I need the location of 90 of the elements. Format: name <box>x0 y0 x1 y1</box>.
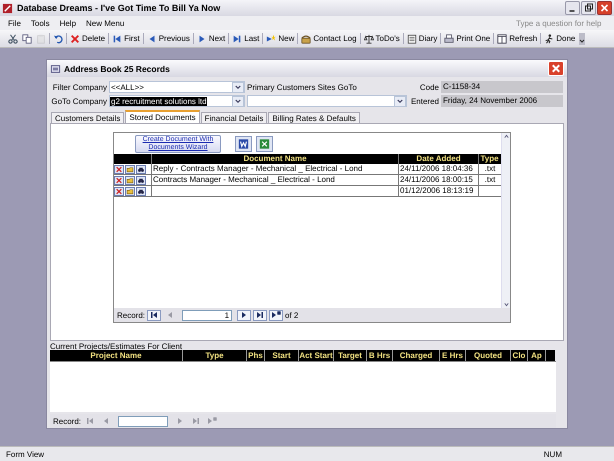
new-record-icon <box>266 34 276 44</box>
printer-icon <box>444 34 454 44</box>
clipboard-icon <box>36 34 46 44</box>
toolbar-options-button[interactable] <box>579 32 586 44</box>
running-figure-icon <box>544 34 554 44</box>
status-text: Form View <box>6 450 44 458</box>
undo-icon <box>53 34 63 44</box>
binoculars-button[interactable] <box>136 164 146 174</box>
scissors-icon <box>8 34 18 44</box>
diary-button[interactable]: Diary <box>404 31 440 46</box>
first-button[interactable]: First <box>110 31 142 46</box>
form-title: Address Book 25 Records <box>64 64 171 74</box>
field-label: Code <box>418 82 439 92</box>
folder-button[interactable] <box>125 186 135 196</box>
skip-end-icon <box>232 34 242 44</box>
new-button[interactable]: New <box>264 31 296 46</box>
scales-icon <box>364 34 374 44</box>
filter-company-dropdown[interactable]: <<ALL>> <box>109 81 245 93</box>
status-text: NUM <box>544 450 562 458</box>
folder-button[interactable] <box>125 176 135 184</box>
table-cell: Contracts Manager - Mechanical _ Electrical - Lond <box>151 175 398 185</box>
window-icon <box>497 34 508 44</box>
folder-button[interactable] <box>125 164 135 174</box>
word-document-button[interactable] <box>235 136 252 152</box>
record-label: Record: <box>53 416 82 426</box>
help-search-field[interactable]: Type a question for help <box>516 18 614 28</box>
cross-button[interactable] <box>114 176 124 184</box>
record-count: of 2 <box>285 310 298 320</box>
skip-start-button[interactable] <box>147 310 162 320</box>
record-number-field[interactable] <box>118 416 168 426</box>
restore-button[interactable] <box>581 1 596 15</box>
refresh-button[interactable]: Refresh <box>495 31 540 46</box>
code-field: C-1158-34 <box>441 81 563 93</box>
tab[interactable]: Stored Documents <box>125 110 200 123</box>
close-button[interactable] <box>597 1 612 15</box>
form-icon <box>50 64 61 74</box>
next-button[interactable]: Next <box>194 31 228 46</box>
scroll-down-icon <box>502 301 510 308</box>
table-cell: .txt <box>478 175 500 185</box>
menu-item[interactable]: Help <box>60 18 76 28</box>
todo-button[interactable]: ToDo's <box>362 31 402 46</box>
binoculars-button[interactable] <box>136 186 146 196</box>
calendar-icon <box>406 34 417 44</box>
vertical-scrollbar[interactable] <box>501 133 510 308</box>
delete-button[interactable]: Delete <box>68 31 108 46</box>
contact-log-button[interactable]: Contact Log <box>299 31 359 46</box>
column-header: Date Added <box>398 154 478 164</box>
app-icon <box>2 2 13 14</box>
cross-icon <box>70 34 80 44</box>
tab[interactable]: Billing Rates & Defaults <box>268 112 360 123</box>
new-record-button[interactable] <box>269 310 284 320</box>
menu-item[interactable]: Tools <box>30 18 50 28</box>
tab[interactable]: Customers Details <box>51 112 124 123</box>
print-button[interactable]: Print One <box>442 31 492 46</box>
scroll-up-icon <box>502 133 510 140</box>
table-cell: 01/12/2006 18:13:19 <box>398 186 478 196</box>
menu-item[interactable]: New Menu <box>86 18 124 28</box>
table-cell: .txt <box>478 164 500 174</box>
menu-item[interactable]: File <box>8 18 21 28</box>
triangle-right-icon <box>196 34 207 44</box>
copy-icon <box>22 34 32 44</box>
field-label: Filter Company <box>52 82 107 92</box>
previous-button[interactable]: Previous <box>144 31 192 46</box>
last-button[interactable]: Last <box>230 31 262 46</box>
cross-button[interactable] <box>114 186 124 196</box>
skip-start-icon <box>112 34 122 44</box>
new-record-icon <box>270 309 282 321</box>
spreadsheet-button[interactable] <box>256 136 273 152</box>
new-record-icon <box>206 415 218 427</box>
record-label: Record: <box>117 310 146 320</box>
record-number-field[interactable]: 1 <box>182 310 232 320</box>
column-header: Document Name <box>151 154 398 164</box>
table-cell: 24/11/2006 18:00:15 <box>398 175 478 185</box>
cross-button[interactable] <box>114 164 124 174</box>
entered-date-field: Friday, 24 November 2006 <box>441 95 563 107</box>
field-label: Entered <box>410 96 439 106</box>
done-button[interactable]: Done <box>542 31 578 46</box>
tab[interactable]: Financial Details <box>200 112 268 123</box>
field-label: Primary Customers Sites GoTo <box>247 82 358 92</box>
table-cell: Reply - Contracts Manager - Mechanical _ Electrical - Lond <box>151 164 398 174</box>
binoculars-button[interactable] <box>136 176 146 184</box>
field-label: GoTo Company <box>50 96 107 106</box>
section-label: Current Projects/Estimates For Client <box>50 342 182 351</box>
minimize-button[interactable] <box>565 1 580 15</box>
skip-end-button[interactable] <box>253 310 268 320</box>
table-cell: 24/11/2006 18:04:36 <box>398 164 478 174</box>
triangle-right-button[interactable] <box>237 310 252 320</box>
goto-company-dropdown[interactable]: g2 recruitment solutions ltd <box>109 95 245 107</box>
window-title: Database Dreams - I've Got Time To Bill Ya Now <box>17 3 222 13</box>
column-header: Type <box>478 154 500 164</box>
